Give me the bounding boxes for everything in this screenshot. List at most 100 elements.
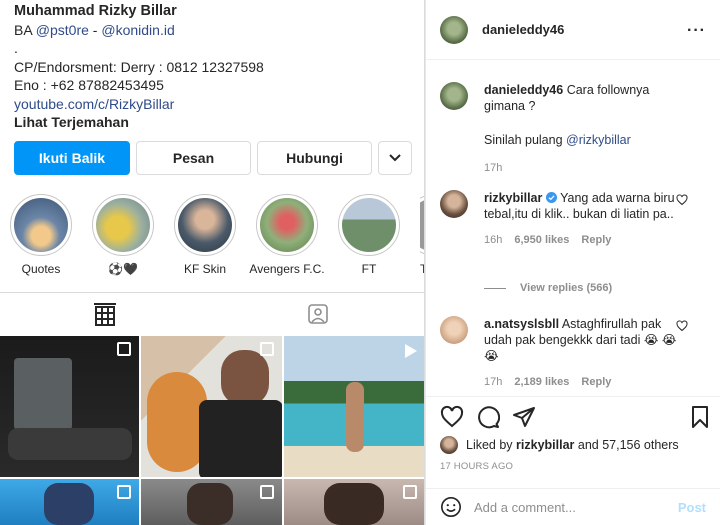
- emoji-icon[interactable]: [440, 496, 462, 518]
- reply-button[interactable]: Reply: [581, 374, 611, 390]
- bio-link-konidin[interactable]: @konidin.id: [101, 22, 174, 38]
- profile-bio: Muhammad Rizky Billar BA @pst0re - @koni…: [0, 0, 424, 132]
- tab-posts[interactable]: [94, 303, 116, 326]
- highlight-cover: [342, 198, 396, 252]
- highlight-cover: [14, 198, 68, 252]
- post-timestamp[interactable]: 17 HOURS AGO: [440, 461, 513, 472]
- avatar[interactable]: [440, 316, 468, 344]
- posts-grid: [0, 336, 424, 525]
- highlight-partial[interactable]: To: [420, 194, 424, 276]
- post-thumbnail[interactable]: [141, 336, 282, 477]
- follow-back-button[interactable]: Ikuti Balik: [14, 141, 130, 175]
- comment-reply-line: Sinilah pulang @rizkybillar: [484, 132, 680, 148]
- highlight-label: ⚽🖤: [108, 262, 138, 276]
- highlight-ft[interactable]: FT: [338, 194, 400, 276]
- post-thumbnail[interactable]: [284, 336, 424, 477]
- profile-actions: Ikuti Balik Pesan Hubungi: [14, 141, 412, 175]
- post-detail-pane: danieleddy46 ··· danieleddy46 Cara follo…: [426, 0, 720, 525]
- highlight-cover: [420, 198, 424, 252]
- highlight-cover: [96, 198, 150, 252]
- post-thumbnail[interactable]: [141, 479, 282, 525]
- bio-line-eno: Eno : +62 87882453495: [14, 77, 164, 93]
- avatar[interactable]: [440, 15, 468, 44]
- tab-tagged[interactable]: [307, 303, 329, 325]
- tagged-user-icon: [308, 304, 328, 324]
- message-button[interactable]: Pesan: [136, 141, 251, 175]
- bio-line-cp: CP/Endorsment: Derry : 0812 12327598: [14, 58, 264, 75]
- story-highlights: Quotes ⚽🖤 KF Skin Avengers F.C. FT To: [10, 194, 424, 276]
- comment-time[interactable]: 16h: [484, 232, 502, 248]
- profile-pane: Muhammad Rizky Billar BA @pst0re - @koni…: [0, 0, 425, 525]
- comment-username[interactable]: a.natsyslsbll: [484, 317, 559, 331]
- liked-by: Liked by rizkybillar and 57,156 others: [440, 436, 679, 454]
- post-comment-button[interactable]: Post: [678, 500, 706, 515]
- add-comment-bar: Add a comment... Post: [426, 488, 720, 525]
- reply-prefix: Sinilah pulang: [484, 133, 567, 147]
- liked-by-user[interactable]: rizkybillar: [516, 438, 574, 452]
- comment-username[interactable]: danieleddy46: [484, 83, 563, 97]
- comment-likes[interactable]: 6,950 likes: [514, 232, 569, 248]
- bio-line-dot: .: [14, 40, 18, 56]
- post-thumbnail[interactable]: [0, 336, 139, 477]
- bio-prefix: BA: [14, 21, 36, 38]
- heart-icon[interactable]: [440, 405, 464, 429]
- comment-time[interactable]: 17h: [484, 374, 502, 390]
- comment-time[interactable]: 17h: [484, 160, 502, 176]
- highlight-label: FT: [361, 262, 377, 276]
- divider-line: [484, 287, 506, 289]
- reply-button[interactable]: Reply: [581, 232, 611, 248]
- grid-icon: [95, 306, 115, 326]
- highlight-kf-skin[interactable]: KF Skin: [174, 194, 236, 276]
- carousel-icon: [117, 342, 131, 356]
- share-icon[interactable]: [512, 405, 536, 429]
- profile-tabs: [0, 292, 424, 334]
- avatar[interactable]: [440, 436, 458, 454]
- comment-like-icon[interactable]: [676, 320, 688, 332]
- carousel-icon: [260, 342, 274, 356]
- bio-separator: -: [88, 21, 102, 38]
- chevron-down-icon: [389, 154, 401, 162]
- post-header: danieleddy46 ···: [426, 0, 720, 60]
- liked-by-text: Liked by rizkybillar and 57,156 others: [466, 438, 679, 452]
- avatar[interactable]: [440, 82, 468, 110]
- profile-name: Muhammad Rizky Billar: [14, 3, 177, 19]
- website-link[interactable]: youtube.com/c/RizkyBillar: [14, 95, 410, 114]
- highlight-avengers[interactable]: Avengers F.C.: [249, 194, 325, 276]
- highlight-cover: [260, 198, 314, 252]
- liked-by-count[interactable]: and 57,156 others: [574, 438, 679, 452]
- comment-item: a.natsyslsbll Astaghfirullah pak udah pa…: [440, 316, 710, 390]
- post-author[interactable]: danieleddy46: [482, 22, 564, 37]
- carousel-icon: [403, 485, 417, 499]
- highlight-cover: [178, 198, 232, 252]
- carousel-icon: [260, 485, 274, 499]
- comment-like-icon[interactable]: [676, 194, 688, 206]
- verified-badge-icon: [545, 192, 557, 203]
- contact-button[interactable]: Hubungi: [257, 141, 372, 175]
- comment-username[interactable]: rizkybillar: [484, 191, 542, 205]
- dropdown-button[interactable]: [378, 141, 412, 175]
- avatar[interactable]: [440, 190, 468, 218]
- comment-likes[interactable]: 2,189 likes: [514, 374, 569, 390]
- highlight-football[interactable]: ⚽🖤: [92, 194, 154, 276]
- highlight-label: Quotes: [21, 262, 61, 276]
- mention-link[interactable]: @rizkybillar: [566, 133, 631, 147]
- comment-icon[interactable]: [476, 405, 500, 429]
- post-action-bar: [426, 396, 720, 436]
- comment-input[interactable]: Add a comment...: [474, 500, 678, 515]
- post-thumbnail[interactable]: [284, 479, 424, 525]
- bio-link-pst0re[interactable]: @pst0re: [36, 22, 89, 38]
- bio-line-ba: BA @pst0re - @konidin.id: [14, 21, 410, 40]
- comment-item: rizkybillar Yang ada warna biru tebal,it…: [440, 190, 710, 248]
- video-icon: [405, 344, 417, 358]
- post-thumbnail[interactable]: [0, 479, 139, 525]
- view-replies-label: View replies (566): [520, 282, 613, 294]
- liked-by-prefix: Liked by: [466, 438, 517, 452]
- view-replies-button[interactable]: View replies (566): [484, 280, 612, 296]
- translate-link[interactable]: Lihat Terjemahan: [14, 113, 410, 132]
- highlight-label: Avengers F.C.: [249, 262, 325, 276]
- bookmark-icon[interactable]: [688, 405, 712, 429]
- highlight-label: To: [420, 262, 424, 276]
- carousel-icon: [117, 485, 131, 499]
- highlight-quotes[interactable]: Quotes: [10, 194, 72, 276]
- more-horizontal-icon[interactable]: ···: [687, 22, 706, 40]
